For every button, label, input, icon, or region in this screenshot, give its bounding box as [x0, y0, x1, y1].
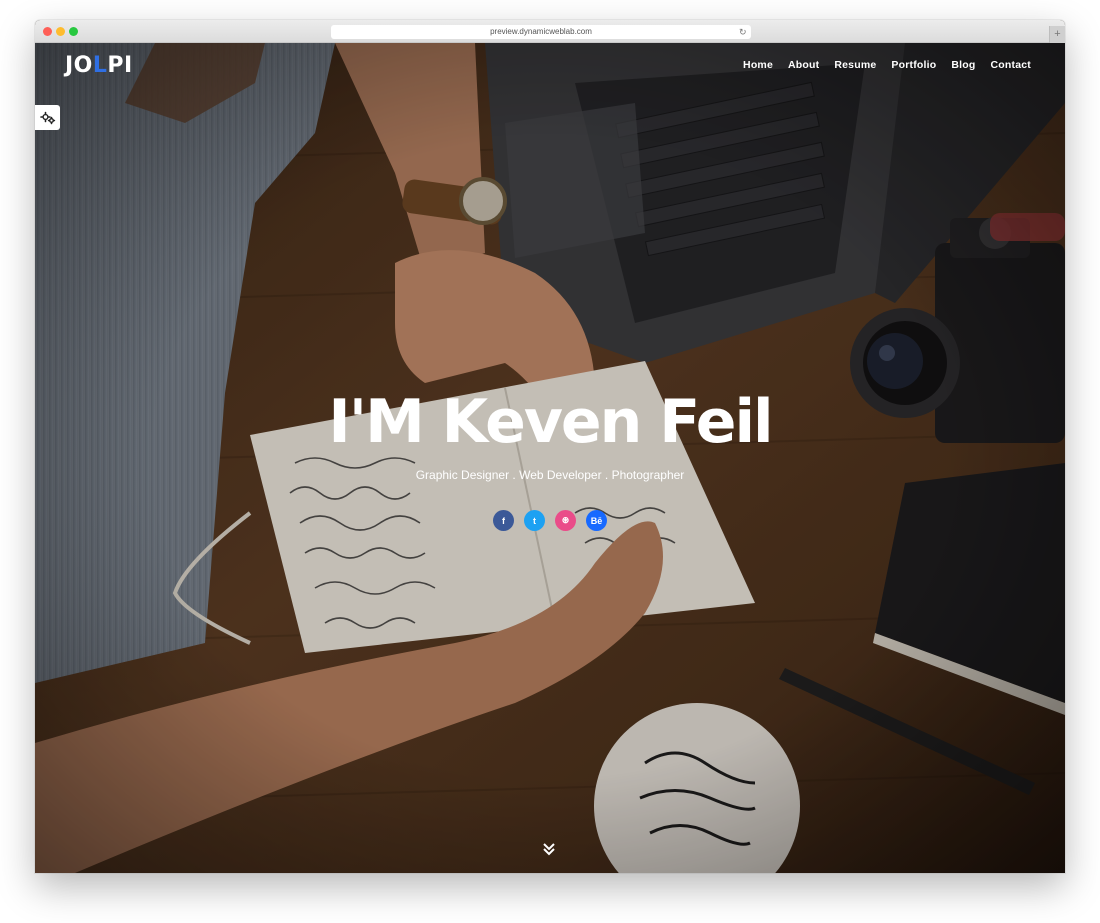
- site-logo[interactable]: JOLPI: [65, 53, 133, 78]
- scroll-down-chevron-icon[interactable]: [541, 842, 557, 856]
- settings-toggle-button[interactable]: [35, 105, 60, 130]
- nav-resume[interactable]: Resume: [834, 59, 876, 71]
- social-links: f t ⊛ Bē: [493, 510, 607, 531]
- nav-home[interactable]: Home: [743, 59, 773, 71]
- browser-window: preview.dynamicweblab.com ↻ + JOLPI Home…: [35, 20, 1065, 873]
- gears-icon: [39, 111, 55, 124]
- minimize-window-button[interactable]: [56, 27, 65, 36]
- nav-contact[interactable]: Contact: [991, 59, 1031, 71]
- twitter-icon[interactable]: t: [524, 510, 545, 531]
- logo-text-main: JO: [65, 53, 93, 78]
- nav-blog[interactable]: Blog: [951, 59, 975, 71]
- facebook-icon[interactable]: f: [493, 510, 514, 531]
- hero-overlay: [35, 43, 1065, 873]
- reload-icon[interactable]: ↻: [739, 25, 747, 39]
- browser-toolbar: preview.dynamicweblab.com ↻ +: [35, 20, 1065, 43]
- hero-subtitle: Graphic Designer . Web Developer . Photo…: [415, 468, 685, 482]
- nav-portfolio[interactable]: Portfolio: [891, 59, 936, 71]
- main-nav: Home About Resume Portfolio Blog Contact: [743, 59, 1031, 71]
- logo-text-accent: L: [92, 53, 108, 78]
- nav-about[interactable]: About: [788, 59, 819, 71]
- logo-text-rest: PI: [107, 53, 133, 78]
- close-window-button[interactable]: [43, 27, 52, 36]
- hero-section: JOLPI Home About Resume Portfolio Blog C…: [35, 43, 1065, 873]
- new-tab-button[interactable]: +: [1049, 26, 1065, 43]
- dribbble-icon[interactable]: ⊛: [555, 510, 576, 531]
- hero-title: I'M Keven Feil: [328, 387, 773, 457]
- behance-icon[interactable]: Bē: [586, 510, 607, 531]
- maximize-window-button[interactable]: [69, 27, 78, 36]
- address-bar[interactable]: preview.dynamicweblab.com: [331, 25, 751, 39]
